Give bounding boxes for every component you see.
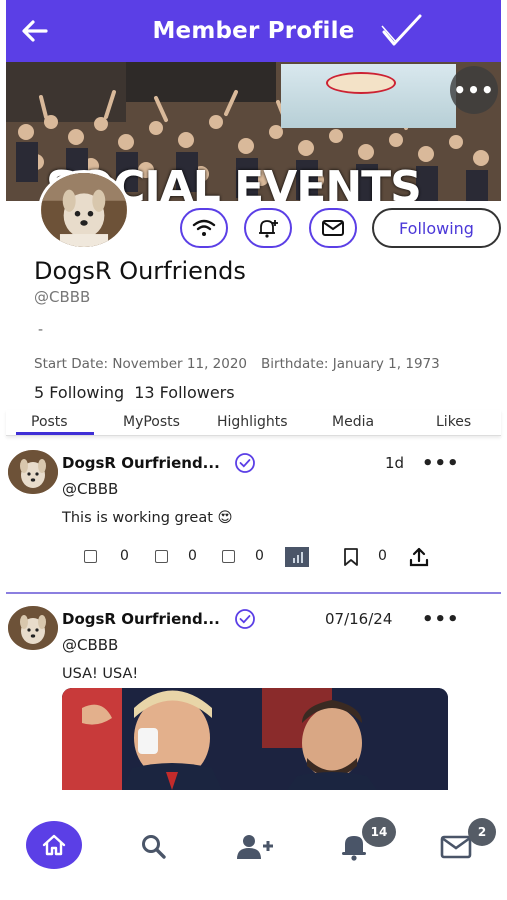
following-count[interactable]: 5 Following bbox=[34, 383, 124, 402]
post-time: 07/16/24 bbox=[325, 610, 393, 628]
wifi-icon bbox=[192, 219, 216, 236]
profile-handle: @CBBB bbox=[34, 288, 91, 306]
comment-count: 0 bbox=[120, 548, 129, 564]
dog-avatar-image bbox=[8, 450, 58, 494]
profile-bio: - bbox=[38, 322, 44, 338]
post-avatar[interactable] bbox=[8, 606, 58, 650]
like-count: 0 bbox=[255, 548, 264, 564]
post-image[interactable] bbox=[62, 688, 448, 790]
app-header: Member Profile bbox=[6, 0, 501, 62]
verified-icon bbox=[235, 609, 255, 629]
profile-name: DogsR Ourfriends bbox=[34, 257, 246, 285]
notify-button[interactable] bbox=[244, 208, 292, 248]
add-user-icon[interactable] bbox=[235, 833, 275, 861]
mail-icon bbox=[322, 220, 344, 236]
message-button[interactable] bbox=[309, 208, 357, 248]
post-more-button[interactable]: ••• bbox=[422, 609, 460, 630]
repost-icon[interactable] bbox=[155, 550, 168, 563]
messages-badge: 2 bbox=[468, 818, 496, 846]
tab-media[interactable]: Media bbox=[332, 414, 374, 430]
arrow-left-icon[interactable] bbox=[20, 16, 50, 46]
post-more-button[interactable]: ••• bbox=[422, 453, 460, 474]
post-time: 1d bbox=[385, 454, 405, 472]
heart-eyes-emoji: 😍 bbox=[217, 510, 233, 526]
wifi-button[interactable] bbox=[180, 208, 228, 248]
profile-dates: Start Date: November 11, 2020 Birthdate: … bbox=[34, 356, 440, 372]
profile-avatar[interactable] bbox=[38, 170, 130, 250]
profile-tabs: Posts MyPosts Highlights Media Likes bbox=[6, 410, 501, 436]
bell-plus-icon bbox=[259, 220, 278, 238]
banner-logo bbox=[326, 72, 396, 94]
active-tab-indicator bbox=[16, 432, 94, 435]
followers-count[interactable]: 13 Followers bbox=[134, 383, 234, 402]
start-date: Start Date: November 11, 2020 bbox=[34, 356, 248, 372]
page-title: Member Profile bbox=[152, 18, 355, 44]
banner-more-button[interactable]: ••• bbox=[450, 66, 498, 114]
post-actions: 0 0 0 0 bbox=[80, 546, 440, 570]
dog-avatar-image bbox=[41, 173, 127, 247]
notifications-badge: 14 bbox=[362, 817, 396, 847]
verified-icon bbox=[235, 453, 255, 473]
tab-posts[interactable]: Posts bbox=[31, 414, 68, 430]
repost-count: 0 bbox=[188, 548, 197, 564]
home-icon bbox=[42, 834, 66, 856]
bottom-nav: 14 2 bbox=[0, 815, 507, 875]
comment-icon[interactable] bbox=[84, 550, 97, 563]
checkmark-icon[interactable] bbox=[376, 12, 424, 52]
post-text: This is working great 😍 bbox=[62, 510, 233, 526]
bookmark-icon[interactable] bbox=[342, 547, 360, 567]
nav-home[interactable] bbox=[26, 821, 82, 869]
following-button[interactable]: Following bbox=[372, 208, 501, 248]
mail-icon[interactable] bbox=[440, 835, 472, 859]
post-author[interactable]: DogsR Ourfriend... bbox=[62, 454, 220, 472]
post-avatar[interactable] bbox=[8, 450, 58, 494]
post-handle: @CBBB bbox=[62, 636, 119, 654]
tab-highlights[interactable]: Highlights bbox=[217, 414, 288, 430]
post-author[interactable]: DogsR Ourfriend... bbox=[62, 610, 220, 628]
tab-myposts[interactable]: MyPosts bbox=[123, 414, 180, 430]
search-icon[interactable] bbox=[140, 833, 168, 861]
share-icon[interactable] bbox=[408, 546, 430, 568]
stats-icon[interactable] bbox=[285, 547, 309, 567]
post-photo bbox=[62, 688, 448, 790]
bookmark-count: 0 bbox=[378, 548, 387, 564]
post-text: USA! USA! bbox=[62, 666, 139, 682]
like-icon[interactable] bbox=[222, 550, 235, 563]
post-handle: @CBBB bbox=[62, 480, 119, 498]
post-divider bbox=[6, 592, 501, 594]
follow-counts: 5 Following 13 Followers bbox=[34, 383, 235, 402]
tab-likes[interactable]: Likes bbox=[436, 414, 471, 430]
dog-avatar-image bbox=[8, 606, 58, 650]
post-body: This is working great bbox=[62, 510, 213, 526]
birthdate: Birthdate: January 1, 1973 bbox=[261, 356, 440, 372]
